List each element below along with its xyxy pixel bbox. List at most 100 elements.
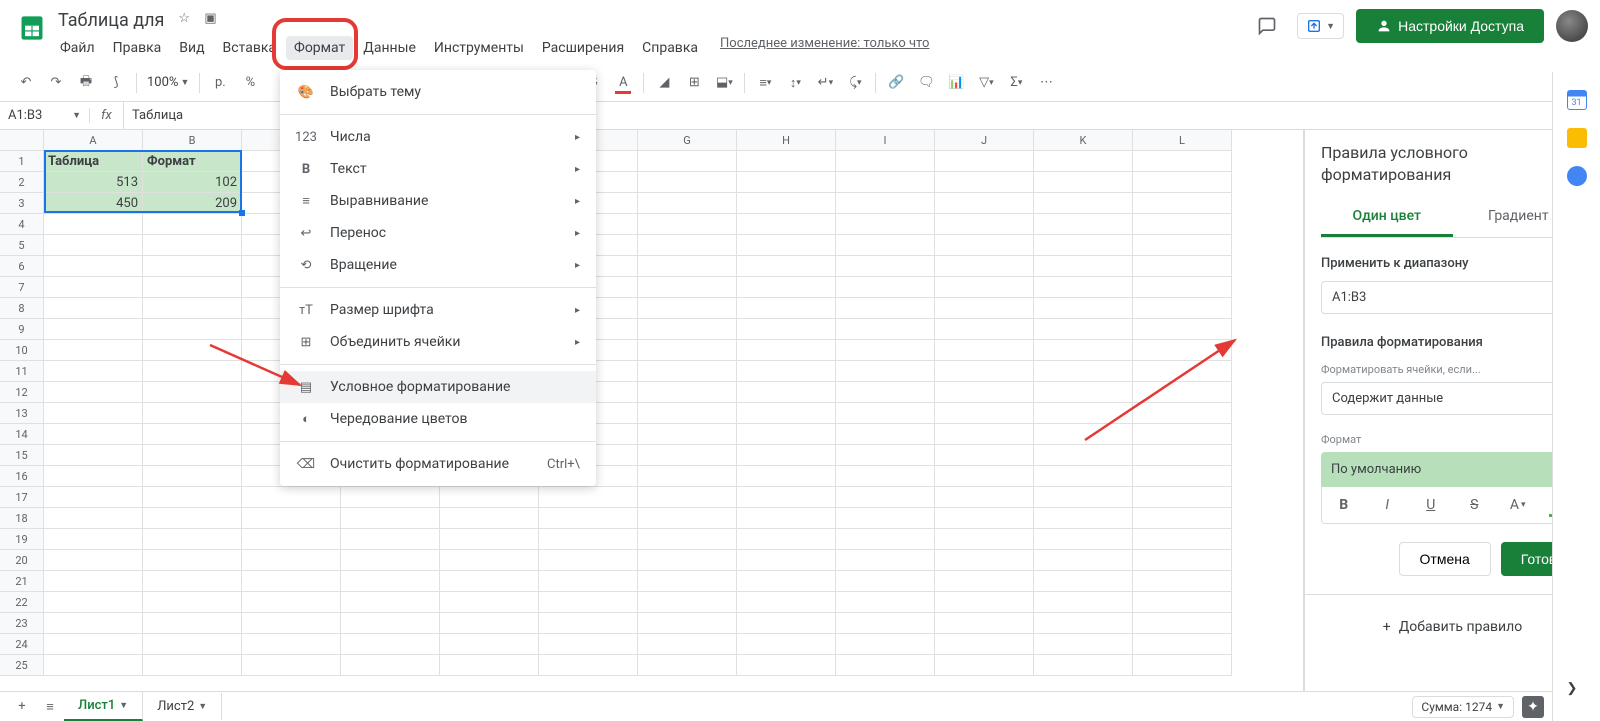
cell[interactable]: [935, 424, 1034, 445]
menu-вид[interactable]: Вид: [171, 36, 212, 60]
menu-вставка[interactable]: Вставка: [215, 36, 284, 60]
cell[interactable]: [1133, 361, 1232, 382]
cell[interactable]: [737, 466, 836, 487]
cell[interactable]: [143, 508, 242, 529]
cell[interactable]: [638, 655, 737, 676]
cell[interactable]: [1034, 403, 1133, 424]
row-header[interactable]: 6: [0, 256, 44, 277]
cell[interactable]: [836, 193, 935, 214]
cell[interactable]: [143, 487, 242, 508]
last-edit-link[interactable]: Последнее изменение: только что: [720, 36, 929, 60]
all-sheets-button[interactable]: ≡: [36, 693, 64, 721]
col-header[interactable]: G: [638, 130, 737, 151]
row-header[interactable]: 10: [0, 340, 44, 361]
cell[interactable]: [440, 592, 539, 613]
cell[interactable]: [836, 655, 935, 676]
cell[interactable]: [1133, 655, 1232, 676]
menu-item-очистить-форматирование[interactable]: ⌫Очистить форматированиеCtrl+\: [280, 448, 596, 480]
menu-расширения[interactable]: Расширения: [534, 36, 632, 60]
cell[interactable]: [1034, 382, 1133, 403]
cell[interactable]: [836, 424, 935, 445]
bold-button[interactable]: B: [1322, 487, 1366, 523]
cell[interactable]: [44, 550, 143, 571]
cell[interactable]: [143, 214, 242, 235]
cell[interactable]: [836, 172, 935, 193]
functions-button[interactable]: Σ ▾: [1002, 69, 1030, 97]
cell[interactable]: [44, 340, 143, 361]
cell[interactable]: 513: [44, 172, 143, 193]
share-dropdown[interactable]: ▼: [1297, 13, 1344, 39]
menu-формат[interactable]: Формат: [286, 36, 353, 60]
cell[interactable]: [1034, 613, 1133, 634]
cell[interactable]: [737, 508, 836, 529]
move-to-folder-icon[interactable]: ▣: [204, 11, 222, 29]
cell[interactable]: [638, 382, 737, 403]
cell[interactable]: [341, 592, 440, 613]
cancel-button[interactable]: Отмена: [1399, 542, 1491, 576]
rotate-button[interactable]: ⤹ ▾: [841, 69, 869, 97]
menu-правка[interactable]: Правка: [105, 36, 170, 60]
cell[interactable]: [44, 361, 143, 382]
menu-item-перенос[interactable]: ↩Перенос▸: [280, 217, 596, 249]
cell[interactable]: [44, 508, 143, 529]
row-header[interactable]: 13: [0, 403, 44, 424]
cell[interactable]: [143, 340, 242, 361]
cell[interactable]: [1133, 445, 1232, 466]
cell[interactable]: [341, 571, 440, 592]
cell[interactable]: [836, 277, 935, 298]
cell[interactable]: [1034, 529, 1133, 550]
cell[interactable]: [1034, 256, 1133, 277]
menu-данные[interactable]: Данные: [355, 36, 424, 60]
cell[interactable]: [1034, 172, 1133, 193]
cell[interactable]: [1034, 487, 1133, 508]
cell[interactable]: [44, 613, 143, 634]
paint-format-button[interactable]: ⟆: [102, 69, 130, 97]
cell[interactable]: [836, 256, 935, 277]
cell[interactable]: [935, 235, 1034, 256]
cell[interactable]: [935, 403, 1034, 424]
cell[interactable]: [935, 340, 1034, 361]
cell[interactable]: [44, 424, 143, 445]
cell[interactable]: [341, 508, 440, 529]
cell[interactable]: [737, 550, 836, 571]
menu-справка[interactable]: Справка: [634, 36, 706, 60]
row-header[interactable]: 21: [0, 571, 44, 592]
valign-button[interactable]: ↕ ▾: [781, 69, 809, 97]
cell[interactable]: [935, 487, 1034, 508]
cell[interactable]: [1133, 529, 1232, 550]
col-header[interactable]: K: [1034, 130, 1133, 151]
cell[interactable]: [143, 382, 242, 403]
cell[interactable]: [935, 634, 1034, 655]
cell[interactable]: [44, 235, 143, 256]
cell[interactable]: [242, 592, 341, 613]
menu-item-выбрать-тему[interactable]: 🎨Выбрать тему: [280, 76, 596, 108]
cell[interactable]: [341, 529, 440, 550]
cell[interactable]: [737, 340, 836, 361]
cell[interactable]: [1133, 319, 1232, 340]
cell[interactable]: [539, 592, 638, 613]
cell[interactable]: [638, 340, 737, 361]
row-header[interactable]: 19: [0, 529, 44, 550]
cell[interactable]: [836, 487, 935, 508]
col-header[interactable]: L: [1133, 130, 1232, 151]
borders-button[interactable]: ⊞: [680, 69, 708, 97]
calendar-icon[interactable]: 31: [1567, 90, 1587, 110]
cell[interactable]: [935, 256, 1034, 277]
cell[interactable]: [638, 550, 737, 571]
cell[interactable]: [935, 466, 1034, 487]
cell[interactable]: [836, 529, 935, 550]
cell[interactable]: [341, 550, 440, 571]
zoom-select[interactable]: 100% ▼: [143, 75, 193, 90]
cell[interactable]: [737, 382, 836, 403]
cell[interactable]: [737, 424, 836, 445]
cell[interactable]: [638, 508, 737, 529]
cell[interactable]: [638, 445, 737, 466]
range-input[interactable]: A1:B3 ⊞: [1321, 281, 1584, 314]
cell[interactable]: [1133, 382, 1232, 403]
select-all-corner[interactable]: [0, 130, 44, 151]
cell[interactable]: [638, 466, 737, 487]
cell[interactable]: [1133, 466, 1232, 487]
cell[interactable]: [44, 214, 143, 235]
row-header[interactable]: 5: [0, 235, 44, 256]
menu-item-размер-шрифта[interactable]: ᴛTРазмер шрифта▸: [280, 294, 596, 326]
